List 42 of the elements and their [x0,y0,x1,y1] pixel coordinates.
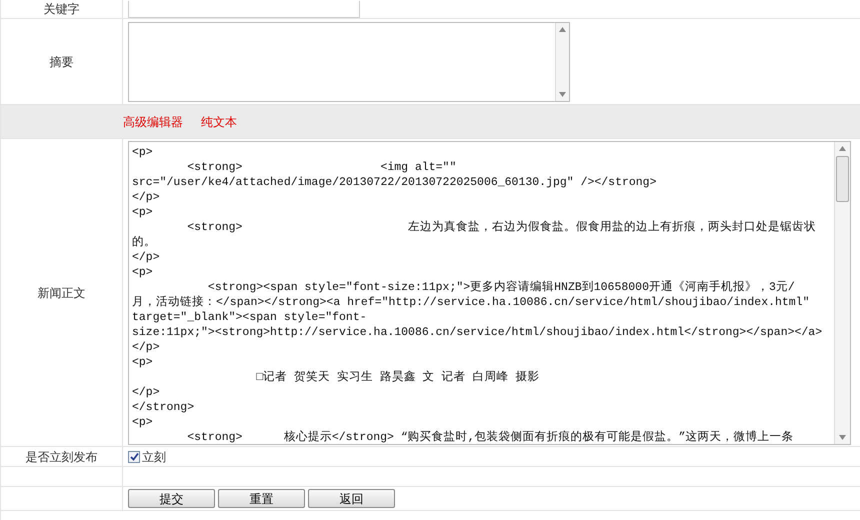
field-label: 是否立刻发布 [26,448,98,466]
checkmark-icon [130,452,138,461]
code-line: size:11px;"><strong>http://service.ha.10086.cn/service/html/shoujibao/index.html</strong></span></a> [132,324,822,340]
code-line: target="_blank"><span style="font- [132,310,367,324]
body-field[interactable] [128,140,851,444]
scroll-thumb[interactable] [836,156,849,202]
field-label: 关键字 [44,1,80,18]
scroll-up-icon[interactable] [839,146,846,150]
code-line: </p> [132,340,160,354]
summary-field[interactable] [128,22,570,102]
code-line: </p> [132,384,160,400]
code-line: </p> [132,250,160,264]
code-line: □记者 贺笑天 实习生 路昊鑫 文 记者 白周峰 摄影 [255,370,540,384]
code-line: <strong> 核心提示</strong> “购买食盐时,包装袋侧面有折痕的极有可能是假盐。”这两天，微博上一条 [186,430,794,444]
scroll-down-icon[interactable] [559,92,566,96]
code-line: </p> [132,190,160,204]
code-line: <p> [132,144,153,160]
code-line: <p> [132,354,153,370]
checkbox-label: 立刻 [142,448,166,466]
scroll-down-icon[interactable] [839,434,846,440]
code-line: <strong> 左边为真食盐，右边为假食盐。假食用盐的边上有折痕，两头封口处是锯齿状 [186,220,816,234]
code-line: 月，活动链接：</span></strong><a href="http://service.ha.10086.cn/service/html/shoujibao/index.html" [132,294,810,310]
code-line: </strong> [132,400,194,414]
code-line: 的。 [132,234,156,250]
editor-tab[interactable]: 纯文本 [201,112,237,130]
keyword-field[interactable] [128,1,360,18]
code-line: <p> [132,414,153,430]
code-line: <strong><span style="font-size:11px;">更多内容请编辑HNZB到10658000开通《河南手机报》，3元/ [206,280,795,294]
scroll-up-icon[interactable] [559,26,566,32]
form-button[interactable]: 重置 [218,489,305,508]
editor-tab[interactable]: 高级编辑器 [123,112,183,130]
code-line: src="/user/ke4/attached/image/20130722/20130722025006_60130.jpg" /></strong> [132,174,656,190]
scrollbar[interactable] [555,22,569,100]
code-line: <strong> <img alt="" [186,160,456,174]
field-label: 摘要 [50,54,74,70]
form-button[interactable]: 提交 [128,489,215,508]
checkbox[interactable] [128,450,140,462]
form-button[interactable]: 返回 [308,489,395,508]
code-line: <p> [132,264,153,280]
code-line: <p> [132,204,153,220]
field-label: 新闻正文 [38,284,86,302]
scrollbar[interactable] [834,142,850,444]
